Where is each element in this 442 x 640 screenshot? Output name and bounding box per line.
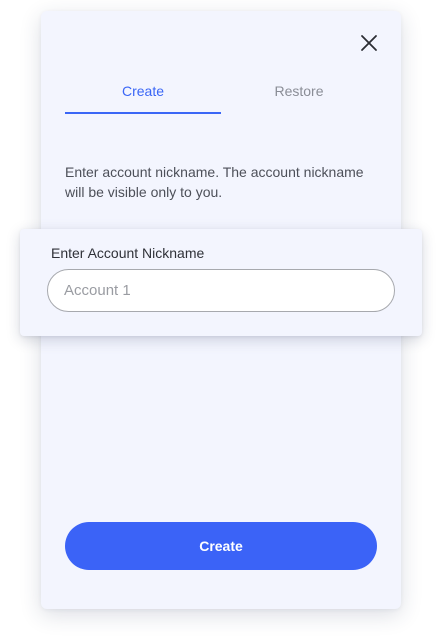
tab-create[interactable]: Create bbox=[65, 81, 221, 114]
create-button[interactable]: Create bbox=[65, 522, 377, 570]
close-button[interactable] bbox=[359, 33, 379, 53]
nickname-field-label: Enter Account Nickname bbox=[51, 245, 205, 261]
active-tab-indicator bbox=[65, 112, 221, 114]
nickname-description: Enter account nickname. The account nick… bbox=[65, 164, 364, 200]
nickname-input[interactable] bbox=[47, 269, 395, 312]
tab-restore[interactable]: Restore bbox=[221, 81, 377, 114]
tab-bar: Create Restore bbox=[65, 81, 377, 115]
page: Create Restore Enter account nickname. T… bbox=[0, 0, 442, 640]
nickname-field-card: Enter Account Nickname bbox=[20, 229, 422, 336]
close-icon bbox=[361, 35, 377, 51]
